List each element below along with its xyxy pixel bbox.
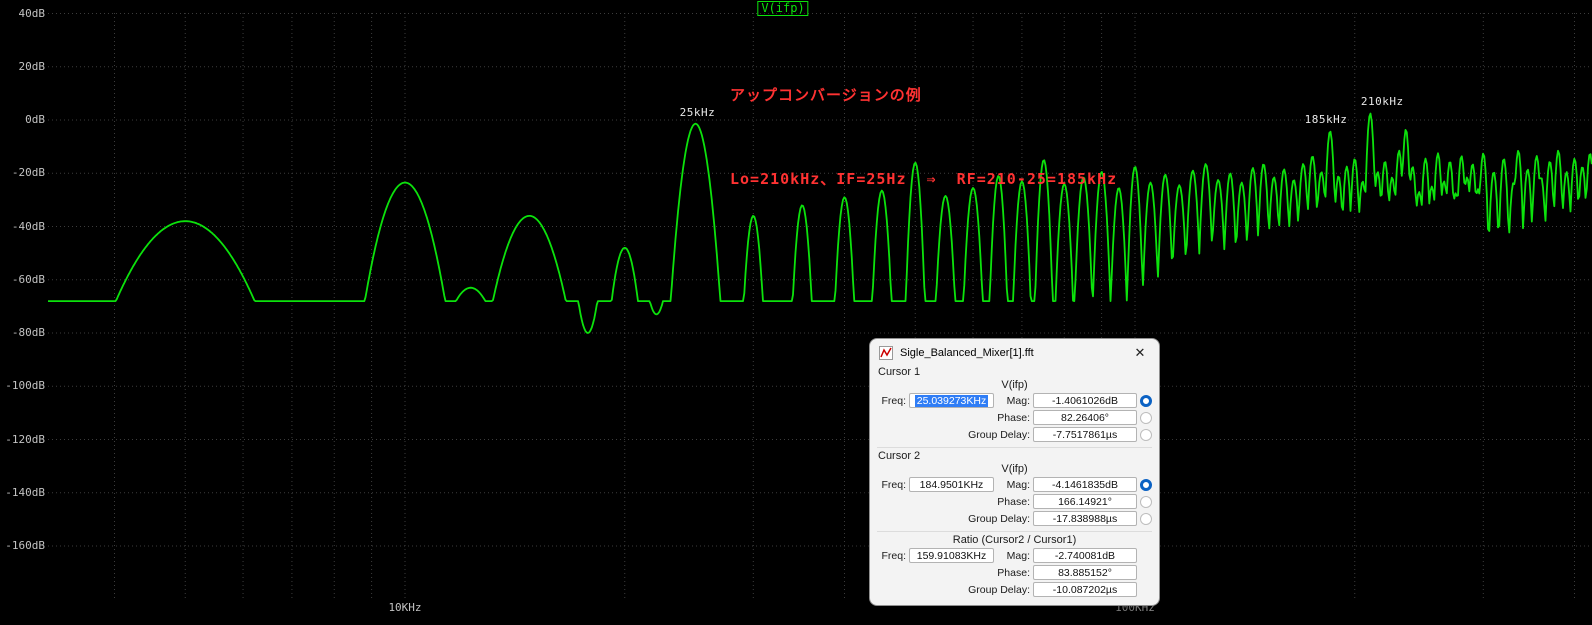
dialog-icon <box>879 345 893 360</box>
y-tick-label: -80dB <box>11 326 45 339</box>
dialog-titlebar[interactable]: Sigle_Balanced_Mixer[1].fft ✕ <box>870 339 1159 366</box>
ratio-mag-input[interactable]: -2.740081dB <box>1033 548 1137 563</box>
cursor1-signal: V(ifp) <box>1001 379 1028 391</box>
y-tick-label: -140dB <box>5 485 45 499</box>
peak-label: 25kHz <box>679 105 716 119</box>
cursor1-mag-input[interactable]: -1.4061026dB <box>1033 393 1137 408</box>
cursor2-heading: Cursor 2 <box>878 450 921 462</box>
peak-label: 185kHz <box>1304 113 1348 127</box>
cursor2-freq-input[interactable]: 184.9501KHz <box>909 477 994 492</box>
phase-label: Phase: <box>997 411 1030 424</box>
phase-label: Phase: <box>997 495 1030 508</box>
annotation-text: アップコンバージョンの例 Lo=210kHz、IF=25Hz ⇒ RF=210-… <box>730 25 1117 249</box>
freq-label: Freq: <box>881 478 906 491</box>
y-tick-label: -60dB <box>11 272 45 286</box>
y-tick-label: -40dB <box>11 219 45 233</box>
phase-label: Phase: <box>997 566 1030 579</box>
cursor2-signal: V(ifp) <box>1001 463 1028 475</box>
cursor1-phase-radio[interactable] <box>1140 411 1152 424</box>
peak-label: 210kHz <box>1360 95 1404 109</box>
cursor2-phase-radio[interactable] <box>1140 495 1152 508</box>
y-tick-label: -100dB <box>5 379 45 393</box>
ratio-freq-input[interactable]: 159.91083KHz <box>909 548 994 563</box>
y-tick-label: -20dB <box>11 166 45 180</box>
cursor1-freq-value: 25.039273KHz <box>914 394 989 407</box>
ltspice-plot-window: 40dB 20dB 0dB -20dB -40dB -60dB -80dB -100dB -12… <box>0 0 1592 625</box>
cursor1-phase-input[interactable]: 82.26406° <box>1033 410 1137 425</box>
cursor2-section: Cursor 2 V(ifp) Freq: 184.9501KHz Mag: -… <box>877 447 1152 527</box>
annotation-line1: アップコンバージョンの例 <box>730 86 922 104</box>
cursor-dialog: Sigle_Balanced_Mixer[1].fft ✕ Cursor 1 V… <box>869 338 1160 606</box>
annotation-line2: Lo=210kHz、IF=25Hz ⇒ RF=210-25=185kHz <box>730 170 1118 188</box>
ratio-group-delay-input[interactable]: -10.087202µs <box>1033 582 1137 597</box>
cursor1-group-delay-input[interactable]: -7.7517861µs <box>1033 427 1137 442</box>
group-delay-label: Group Delay: <box>968 428 1030 441</box>
close-icon[interactable]: ✕ <box>1125 339 1155 366</box>
y-tick-label: 40dB <box>18 6 46 20</box>
cursor1-group-delay-radio[interactable] <box>1140 428 1152 441</box>
ratio-section: Ratio (Cursor2 / Cursor1) Freq: 159.9108… <box>877 531 1152 598</box>
cursor2-phase-input[interactable]: 166.14921° <box>1033 494 1137 509</box>
ratio-heading: Ratio (Cursor2 / Cursor1) <box>952 534 1077 546</box>
y-tick-label: 20dB <box>18 59 46 73</box>
x-tick-label: 10KHz <box>388 601 422 614</box>
cursor2-mag-input[interactable]: -4.1461835dB <box>1033 477 1137 492</box>
cursor2-mag-radio[interactable] <box>1140 478 1152 491</box>
ratio-phase-input[interactable]: 83.885152° <box>1033 565 1137 580</box>
trace-label[interactable]: V(ifp) <box>757 1 809 16</box>
freq-label: Freq: <box>881 394 906 407</box>
freq-label: Freq: <box>881 549 906 562</box>
dialog-title: Sigle_Balanced_Mixer[1].fft <box>900 346 1034 359</box>
cursor2-group-delay-radio[interactable] <box>1140 512 1152 525</box>
cursor1-mag-radio[interactable] <box>1140 394 1152 407</box>
group-delay-label: Group Delay: <box>968 512 1030 525</box>
y-tick-label: -120dB <box>5 432 45 446</box>
dialog-body: Cursor 1 V(ifp) Freq: 25.039273KHz Mag: … <box>870 366 1159 605</box>
group-delay-label: Group Delay: <box>968 583 1030 596</box>
cursor1-heading: Cursor 1 <box>878 366 921 378</box>
y-tick-label: -160dB <box>5 539 45 552</box>
cursor2-group-delay-input[interactable]: -17.838988µs <box>1033 511 1137 526</box>
cursor1-freq-input[interactable]: 25.039273KHz <box>909 393 994 408</box>
cursor1-section: Cursor 1 V(ifp) Freq: 25.039273KHz Mag: … <box>877 366 1152 443</box>
y-tick-label: 0dB <box>25 113 45 126</box>
